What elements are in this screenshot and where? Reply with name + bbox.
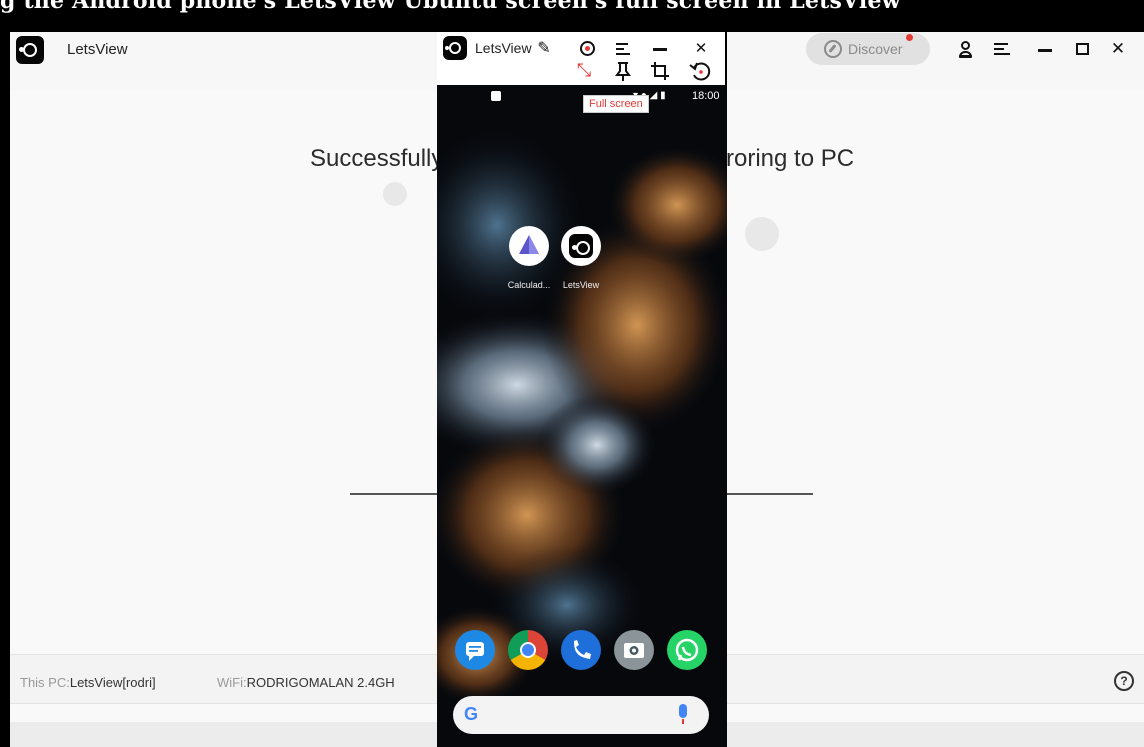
mirror-title: LetsView [475, 40, 532, 56]
camera-icon[interactable] [614, 630, 654, 670]
pen-icon[interactable]: ✎ [533, 37, 555, 59]
maximize-button[interactable] [1069, 36, 1095, 62]
minimize-button[interactable] [1032, 36, 1058, 62]
letsview-app-icon[interactable] [561, 226, 601, 266]
app-title: LetsView [67, 41, 128, 58]
fullscreen-tooltip: Full screen [583, 95, 649, 113]
help-icon[interactable]: ? [1114, 671, 1134, 691]
close-button[interactable]: ✕ [690, 37, 712, 59]
caption-strip: g the Android phone's LetsView Ubuntu sc… [0, 0, 1144, 32]
close-button[interactable]: ✕ [1105, 36, 1131, 62]
phone-mirror-window: LetsView ✎ ✕ ⤡ ▾ ● ◢ ▮ 18:00 Calculad...… [437, 32, 727, 747]
compass-icon [824, 40, 842, 58]
divider-line [725, 493, 813, 495]
user-icon[interactable] [953, 36, 979, 62]
pin-icon[interactable] [612, 60, 634, 82]
discover-label: Discover [848, 41, 903, 57]
menu-icon[interactable] [989, 36, 1015, 62]
this-pc-info: This PC:LetsView[rodri] [20, 675, 156, 690]
rotate-icon[interactable] [689, 60, 711, 82]
minimize-button[interactable] [649, 38, 671, 60]
fullscreen-icon[interactable]: ⤡ [573, 60, 595, 82]
mirror-toolbar: LetsView ✎ ✕ ⤡ [437, 32, 727, 85]
app-label: LetsView [562, 280, 600, 290]
discover-button[interactable]: Discover [806, 33, 930, 65]
microphone-icon[interactable] [679, 704, 687, 724]
google-search-bar[interactable]: G [453, 696, 709, 734]
phone-clock: 18:00 [692, 90, 720, 102]
phone-status-bar: ▾ ● ◢ ▮ 18:00 [437, 85, 727, 107]
caption-text: g the Android phone's LetsView Ubuntu sc… [0, 0, 901, 14]
notification-dot [906, 34, 913, 41]
letsview-logo-icon [443, 36, 467, 60]
decor-bubble [383, 182, 407, 206]
wifi-info: WiFi:RODRIGOMALAN 2.4GH [217, 675, 395, 690]
decor-bubble [745, 217, 779, 251]
menu-icon[interactable] [612, 38, 634, 60]
divider-line [350, 493, 440, 495]
connection-headline-right: roring to PC [726, 145, 855, 172]
crop-icon[interactable] [649, 60, 671, 82]
connection-headline-left: Successfully [310, 145, 444, 172]
record-icon[interactable] [577, 38, 599, 60]
whatsapp-icon[interactable] [667, 630, 707, 670]
chrome-icon[interactable] [508, 630, 548, 670]
notification-icon [491, 91, 501, 101]
phone-icon[interactable] [561, 630, 601, 670]
calculator-app-icon[interactable] [509, 226, 549, 266]
phone-screen[interactable]: ▾ ● ◢ ▮ 18:00 Calculad... LetsView G [437, 85, 727, 747]
app-label: Calculad... [507, 280, 551, 290]
google-icon: G [464, 704, 479, 724]
letsview-logo-icon [16, 36, 44, 64]
messages-icon[interactable] [455, 630, 495, 670]
